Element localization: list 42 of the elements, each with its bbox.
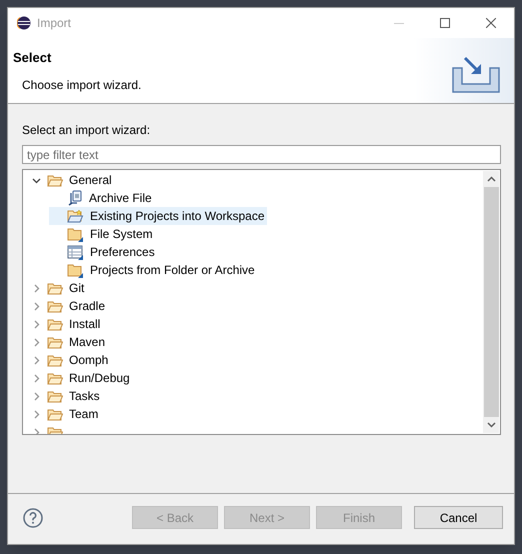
minimize-icon bbox=[394, 22, 404, 24]
folder-icon bbox=[47, 354, 63, 366]
filter-label: Select an import wizard: bbox=[22, 122, 152, 139]
page-description: Choose import wizard. bbox=[22, 76, 142, 94]
app-logo-icon bbox=[17, 16, 31, 30]
folder-icon bbox=[47, 408, 63, 420]
tree-item[interactable]: Git bbox=[29, 279, 86, 297]
tree-item[interactable]: Gradle bbox=[29, 297, 108, 315]
folder-icon bbox=[47, 174, 63, 186]
tree-item[interactable]: Preferences bbox=[49, 243, 157, 261]
folder-icon bbox=[47, 390, 63, 402]
tree-item[interactable]: Maven bbox=[29, 333, 108, 351]
open-folder-star-icon bbox=[67, 209, 84, 223]
window-title: Import bbox=[37, 15, 72, 32]
help-icon[interactable] bbox=[23, 508, 43, 528]
close-icon bbox=[486, 18, 496, 28]
tree-item[interactable]: Run/Debug bbox=[29, 369, 132, 387]
folder-icon bbox=[47, 300, 63, 312]
jar-icon bbox=[67, 190, 83, 206]
import-tray-icon bbox=[451, 56, 501, 93]
folder-icon bbox=[47, 336, 63, 348]
tree-item[interactable]: Install bbox=[29, 315, 102, 333]
folder-icon bbox=[67, 226, 84, 242]
tree-item[interactable]: Team bbox=[29, 405, 100, 423]
chevron-down-icon[interactable] bbox=[32, 176, 40, 184]
tree-item[interactable]: Projects from Folder or Archive bbox=[49, 261, 257, 279]
maximize-icon bbox=[440, 18, 450, 28]
page-title: Select bbox=[13, 49, 52, 67]
tree-item[interactable]: Archive File bbox=[49, 189, 154, 207]
tree-item[interactable]: General bbox=[29, 171, 114, 189]
wizard-button[interactable]: Cancel bbox=[414, 506, 503, 529]
tree-item[interactable]: File System bbox=[49, 225, 155, 243]
folder-icon bbox=[47, 372, 63, 384]
folder-icon bbox=[47, 282, 63, 294]
tree-item[interactable]: Tasks bbox=[29, 387, 102, 405]
folder-icon bbox=[47, 318, 63, 330]
folder-icon bbox=[67, 262, 84, 278]
filter-field[interactable]: type filter text bbox=[22, 145, 501, 164]
tree-item[interactable]: Oomph bbox=[29, 351, 110, 369]
table-icon bbox=[67, 244, 84, 260]
scrollbar[interactable] bbox=[483, 171, 499, 433]
tree-item[interactable]: Existing Projects into Workspace bbox=[49, 207, 267, 225]
